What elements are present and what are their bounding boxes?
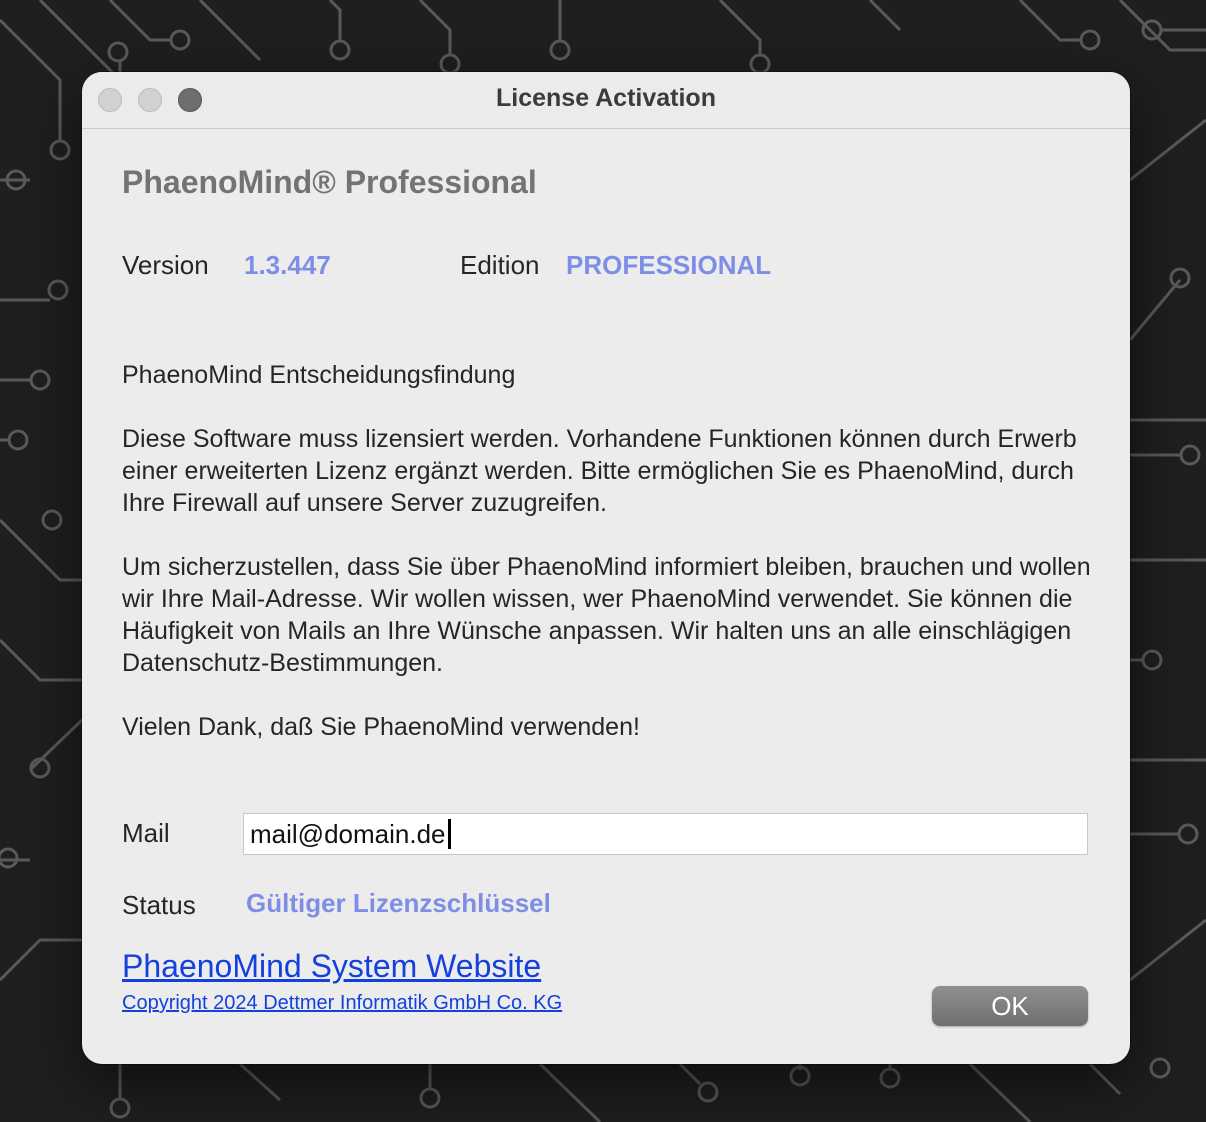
website-link[interactable]: PhaenoMind System Website — [122, 948, 541, 985]
title-bar[interactable]: License Activation — [82, 72, 1130, 129]
description-heading: PhaenoMind Entscheidungsfindung — [122, 361, 516, 389]
copyright-link[interactable]: Copyright 2024 Dettmer Informatik GmbH C… — [122, 992, 562, 1015]
status-label: Status — [122, 890, 196, 920]
mail-input[interactable] — [243, 813, 1088, 855]
mail-paragraph: Um sicherzustellen, dass Sie über Phaeno… — [122, 553, 1091, 677]
mail-label: Mail — [122, 818, 170, 848]
version-value: 1.3.447 — [244, 250, 331, 280]
edition-label: Edition — [460, 250, 540, 280]
text-cursor — [448, 819, 451, 849]
license-activation-dialog: License Activation PhaenoMind® Professio… — [82, 72, 1130, 1064]
version-label: Version — [122, 250, 209, 280]
status-value: Gültiger Lizenzschlüssel — [246, 888, 551, 918]
product-name: PhaenoMind® Professional — [122, 164, 537, 200]
thanks-text: Vielen Dank, daß Sie PhaenoMind verwende… — [122, 713, 640, 741]
edition-value: PROFESSIONAL — [566, 250, 772, 280]
window-title: License Activation — [496, 84, 716, 112]
license-paragraph: Diese Software muss lizensiert werden. V… — [122, 425, 1077, 517]
ok-button[interactable]: OK — [932, 986, 1088, 1026]
